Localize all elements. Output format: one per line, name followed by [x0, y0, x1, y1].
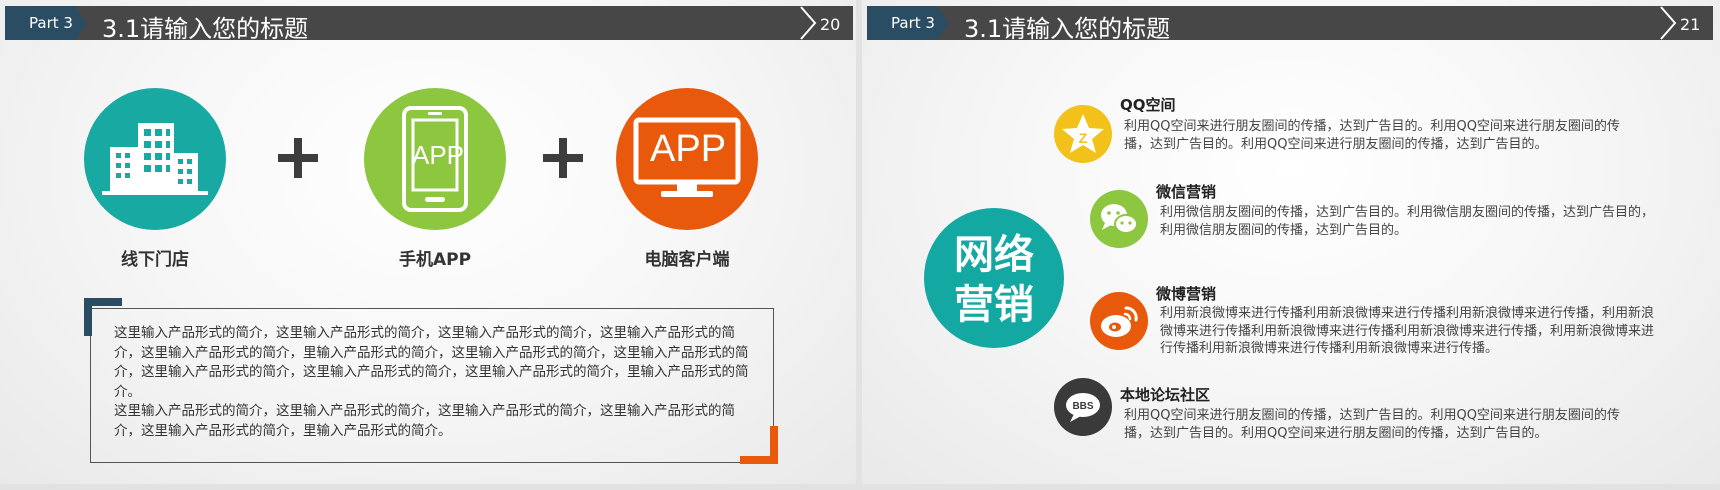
- svg-text:BBS: BBS: [1072, 401, 1093, 412]
- weibo-icon: [1101, 306, 1138, 337]
- feature-title: QQ空间: [1120, 96, 1176, 114]
- mobile-app-circle: APP: [364, 88, 506, 230]
- wechat-icon: [1101, 204, 1138, 234]
- plus-icon: [543, 138, 583, 178]
- description-paragraph: 这里输入产品形式的简介，这里输入产品形式的简介，这里输入产品形式的简介，这里输入…: [114, 403, 735, 439]
- page-number: 20: [820, 15, 841, 34]
- svg-text:Z: Z: [1079, 130, 1088, 146]
- mobile-app-label: 手机APP: [398, 250, 472, 270]
- center-label-line2: 营销: [954, 282, 1034, 328]
- qzone-circle: Z: [1054, 105, 1112, 163]
- chevron-right-icon: [1660, 6, 1677, 40]
- wechat-circle: [1090, 190, 1148, 248]
- feature-body: 利用微信朋友圈间的传播，达到广告目的。利用微信朋友圈间的传播，达到广告目的，利用…: [1160, 205, 1655, 238]
- weibo-circle: [1090, 292, 1148, 350]
- feature-body: 利用QQ空间来进行朋友圈间的传播，达到广告目的。利用QQ空间来进行朋友圈间的传播…: [1124, 408, 1620, 441]
- store-label: 线下门店: [121, 250, 189, 270]
- chevron-right-icon: [800, 6, 817, 40]
- feature-body: 利用QQ空间来进行朋友圈间的传播，达到广告目的。利用QQ空间来进行朋友圈间的传播…: [1124, 119, 1620, 152]
- building-icon: [102, 123, 208, 195]
- center-label-line1: 网络: [954, 232, 1034, 278]
- monitor-app-text: APP: [650, 128, 727, 170]
- slide-title: 3.1请输入您的标题: [102, 15, 309, 43]
- feature-title: 微博营销: [1156, 285, 1217, 303]
- slide-title: 3.1请输入您的标题: [964, 15, 1171, 43]
- plus-icon: [278, 138, 318, 178]
- bbs-circle: BBS: [1054, 378, 1112, 436]
- phone-app-text: APP: [412, 140, 465, 170]
- page-number: 21: [1680, 15, 1701, 34]
- feature-body: 利用新浪微博来进行传播利用新浪微博来进行传播利用新浪微博来进行传播，利用新浪微博…: [1160, 306, 1655, 356]
- qzone-star-icon: Z: [1062, 114, 1104, 153]
- feature-title: 本地论坛社区: [1120, 386, 1211, 404]
- part-tab: Part 3: [867, 6, 949, 40]
- desktop-client-circle: APP: [616, 88, 758, 230]
- bbs-icon: BBS: [1066, 393, 1100, 422]
- description-text: 这里输入产品形式的简介，这里输入产品形式的简介，这里输入产品形式的简介，这里输入…: [114, 324, 754, 441]
- part-label: Part 3: [891, 14, 935, 32]
- store-circle: [84, 88, 226, 230]
- description-paragraph: 这里输入产品形式的简介，这里输入产品形式的简介，这里输入产品形式的简介，这里输入…: [114, 325, 749, 400]
- desktop-client-label: 电脑客户端: [644, 250, 730, 270]
- feature-title: 微信营销: [1156, 183, 1217, 201]
- network-marketing-circle: 网络 营销: [924, 208, 1064, 348]
- slide-20: Part 3 3.1请输入您的标题 20 APP APP 线下门店 手机APP …: [0, 0, 856, 484]
- part-tab: Part 3: [5, 6, 87, 40]
- part-label: Part 3: [29, 14, 73, 32]
